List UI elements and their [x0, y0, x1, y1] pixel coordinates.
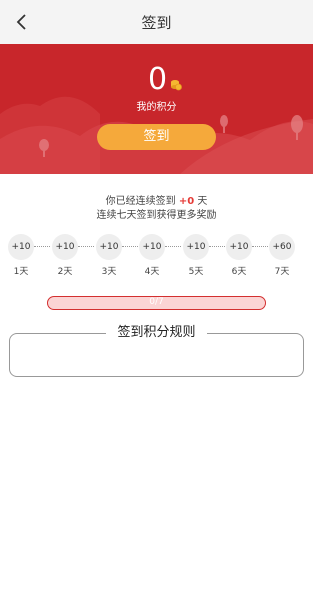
day-item-4: +10 4天	[138, 234, 166, 277]
day-reward: +60	[269, 234, 295, 260]
day-label: 4天	[144, 267, 160, 277]
day-label: 2天	[57, 267, 73, 277]
streak-progress-bar: 0/7	[47, 296, 266, 310]
coin-icon	[171, 80, 182, 91]
connector-dots	[122, 246, 138, 248]
rules-title: 签到积分规则	[106, 325, 207, 341]
sign-in-button[interactable]: 签到	[97, 124, 216, 150]
streak-hint: 连续七天签到获得更多奖励	[96, 210, 217, 221]
day-item-1: +10 1天	[7, 234, 35, 277]
connector-dots	[78, 246, 94, 248]
connector-dots	[34, 246, 50, 248]
day-item-7: +60 7天	[268, 234, 296, 277]
day-item-6: +10 6天	[225, 234, 253, 277]
page-title: 签到	[141, 14, 172, 32]
points-label: 我的积分	[136, 102, 177, 113]
day-label: 7天	[274, 267, 290, 277]
connector-dots	[209, 246, 225, 248]
day-reward: +10	[96, 234, 122, 260]
day-item-2: +10 2天	[51, 234, 79, 277]
streak-status: 你已经连续签到 +0 天	[0, 192, 313, 207]
progress-text: 0/7	[149, 297, 164, 307]
points-banner: 0 我的积分 签到	[0, 44, 313, 174]
day-label: 6天	[231, 267, 247, 277]
points-value: 0	[148, 62, 168, 97]
day-label: 3天	[101, 267, 117, 277]
day-item-3: +10 3天	[95, 234, 123, 277]
connector-dots	[252, 246, 268, 248]
day-reward: +10	[52, 234, 78, 260]
day-reward: +10	[183, 234, 209, 260]
daily-reward-track: +10 1天 +10 2天 +10 3天 +10 4天 +10 5天 +10 6…	[0, 234, 313, 278]
day-label: 5天	[188, 267, 204, 277]
day-reward: +10	[139, 234, 165, 260]
top-navigation-bar: 签到	[0, 0, 313, 44]
day-reward: +10	[226, 234, 252, 260]
connector-dots	[165, 246, 181, 248]
day-item-5: +10 5天	[182, 234, 210, 277]
day-label: 1天	[13, 267, 29, 277]
day-reward: +10	[8, 234, 34, 260]
